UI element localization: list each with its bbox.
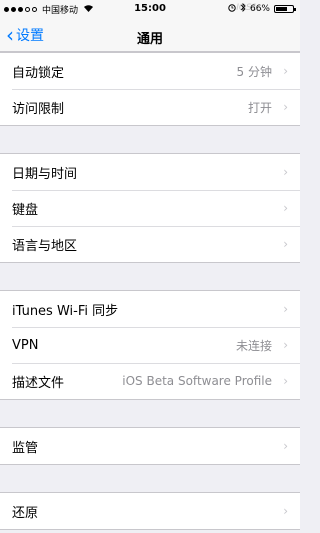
battery-icon [274,5,296,13]
settings-group: 监管 › [0,427,300,465]
settings-row[interactable]: 语言与地区 › [0,226,300,262]
settings-row-value: iOS Beta Software Profile [122,374,272,388]
alarm-icon [228,3,236,15]
settings-row[interactable]: 访问限制 打开 › [0,89,300,125]
settings-row-value: 未连接 [235,338,272,353]
chevron-right-icon: › [283,338,288,352]
chevron-right-icon: › [283,439,288,453]
chevron-right-icon: › [283,374,288,388]
settings-row-label: 监管 [12,440,39,456]
settings-row[interactable]: 自动锁定 5 分钟 › [0,53,300,89]
settings-row[interactable]: 日期与时间 › [0,154,300,190]
settings-row-label: 语言与地区 [12,238,78,254]
settings-row-label: 自动锁定 [12,65,65,81]
chevron-right-icon: › [283,302,288,316]
battery-fill [276,7,287,11]
chevron-right-icon: › [283,100,288,114]
status-right: 66% [228,3,296,15]
navigation-bar: ‹ 设置 通用 [0,20,300,52]
settings-row-label: 描述文件 [12,375,65,391]
settings-list: 自动锁定 5 分钟 › 访问限制 打开 › 日期与时间 › 键盘 › 语言与地区 › iTunes Wi… [0,52,300,530]
battery-percent: 66% [249,4,270,14]
settings-row-label: 日期与时间 [12,166,78,182]
settings-row-label: 访问限制 [12,101,65,117]
settings-group: 还原 › [0,492,300,530]
chevron-right-icon: › [283,64,288,78]
settings-row[interactable]: 还原 › [0,493,300,529]
status-bar: 中国移动 15:00 IOS1... 66% [0,0,300,20]
chevron-right-icon: › [283,165,288,179]
bluetooth-icon [240,3,246,15]
settings-group: iTunes Wi-Fi 同步 › VPN 未连接 › 描述文件 iOS Beta Soft… [0,290,300,400]
settings-group: 日期与时间 › 键盘 › 语言与地区 › [0,153,300,263]
settings-row-label: 键盘 [12,202,39,218]
settings-row-label: iTunes Wi-Fi 同步 [12,303,119,319]
settings-group: 自动锁定 5 分钟 › 访问限制 打开 › [0,52,300,126]
settings-row[interactable]: VPN 未连接 › [0,327,300,363]
settings-row-value: 5 分钟 [236,64,272,79]
settings-row[interactable]: iTunes Wi-Fi 同步 › [0,291,300,327]
settings-row-value: 打开 [247,100,272,115]
settings-row-label: VPN [12,337,39,353]
chevron-right-icon: › [283,237,288,251]
settings-row[interactable]: 键盘 › [0,190,300,226]
settings-row[interactable]: 监管 › [0,428,300,464]
chevron-right-icon: › [283,201,288,215]
chevron-right-icon: › [283,504,288,518]
settings-row-label: 还原 [12,505,39,521]
page-title: 通用 [136,32,163,47]
settings-row[interactable]: 描述文件 iOS Beta Software Profile › [0,363,300,399]
